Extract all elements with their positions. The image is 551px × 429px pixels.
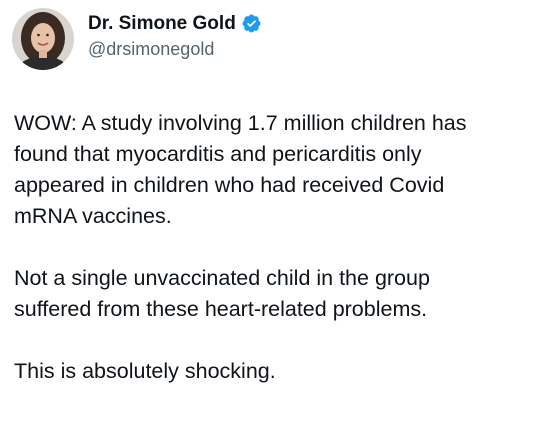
tweet-header: Dr. Simone Gold @drsimonegold (12, 8, 262, 70)
avatar[interactable] (12, 8, 74, 70)
tweet-paragraph: This is absolutely shocking. (14, 359, 276, 383)
author-handle[interactable]: @drsimonegold (88, 37, 262, 61)
tweet-card: Dr. Simone Gold @drsimonegold WOW: A stu… (0, 0, 551, 429)
author-display-name[interactable]: Dr. Simone Gold (88, 12, 236, 36)
profile-avatar-icon (12, 8, 74, 70)
tweet-paragraph: WOW: A study involving 1.7 million child… (14, 111, 467, 228)
verified-badge-icon (241, 13, 262, 34)
tweet-text: WOW: A study involving 1.7 million child… (14, 108, 539, 387)
name-row: Dr. Simone Gold (88, 12, 262, 36)
author-identity: Dr. Simone Gold @drsimonegold (88, 12, 262, 61)
tweet-paragraph: Not a single unvaccinated child in the g… (14, 266, 430, 321)
